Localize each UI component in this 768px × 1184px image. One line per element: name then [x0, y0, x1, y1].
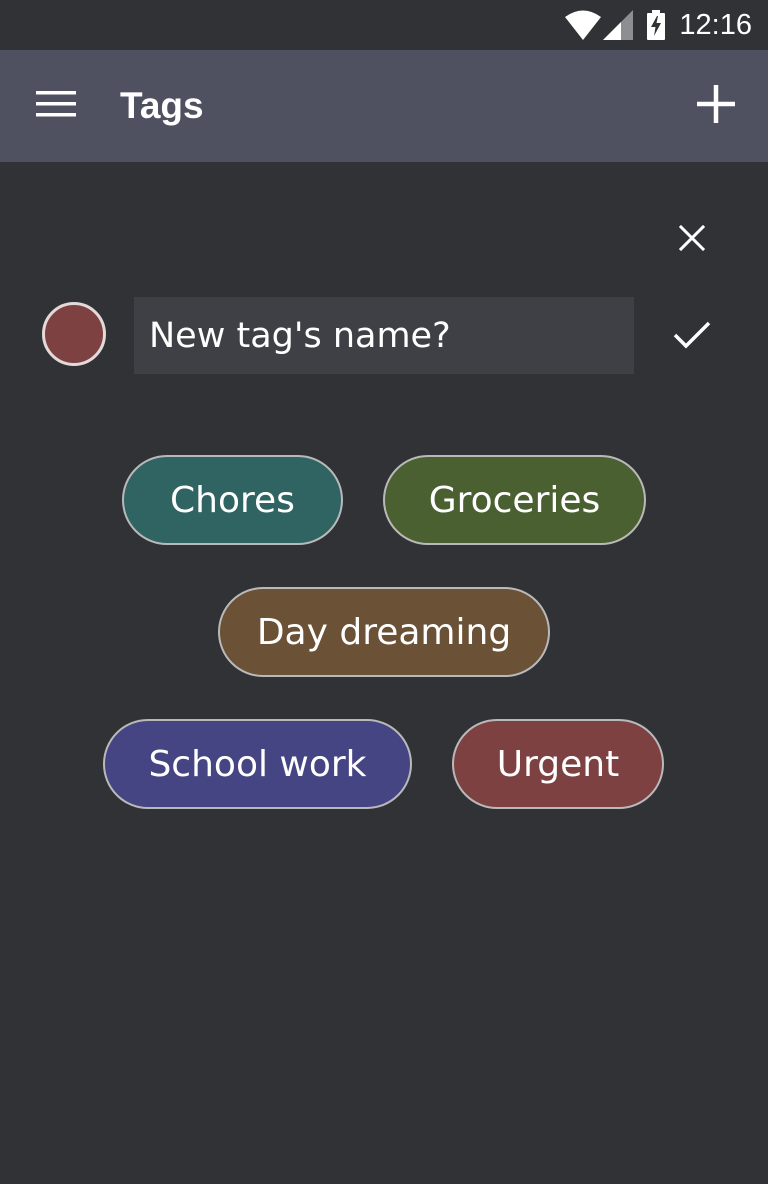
- add-tag-button[interactable]: [680, 78, 752, 134]
- tag-chip-school-work[interactable]: School work: [103, 719, 412, 809]
- tag-chip-chores[interactable]: Chores: [122, 455, 343, 545]
- tag-label: School work: [148, 743, 367, 785]
- status-bar: 12:16: [0, 0, 768, 50]
- hamburger-menu-icon: [36, 90, 76, 122]
- close-icon: [678, 224, 706, 256]
- tag-label: Chores: [170, 479, 295, 521]
- check-icon: [673, 320, 711, 355]
- tag-label: Groceries: [428, 479, 601, 521]
- app-bar: Tags: [0, 50, 768, 162]
- page-title: Tags: [120, 85, 204, 126]
- battery-charging-icon: [647, 10, 666, 40]
- status-time: 12:16: [679, 8, 752, 41]
- signal-icon: [603, 10, 634, 40]
- tag-label: Day dreaming: [256, 611, 512, 653]
- plus-icon: [697, 84, 735, 128]
- menu-button[interactable]: [20, 78, 92, 134]
- close-editor-button[interactable]: [662, 210, 722, 270]
- tag-color-picker[interactable]: [42, 302, 106, 366]
- status-icons: 12:16: [565, 0, 752, 50]
- tag-name-input[interactable]: [134, 297, 634, 374]
- tag-chip-urgent[interactable]: Urgent: [452, 719, 664, 809]
- wifi-icon: [565, 10, 602, 40]
- confirm-tag-button[interactable]: [660, 305, 724, 369]
- tag-chip-day-dreaming[interactable]: Day dreaming: [218, 587, 550, 677]
- tag-label: Urgent: [496, 743, 620, 785]
- tag-chip-groceries[interactable]: Groceries: [383, 455, 646, 545]
